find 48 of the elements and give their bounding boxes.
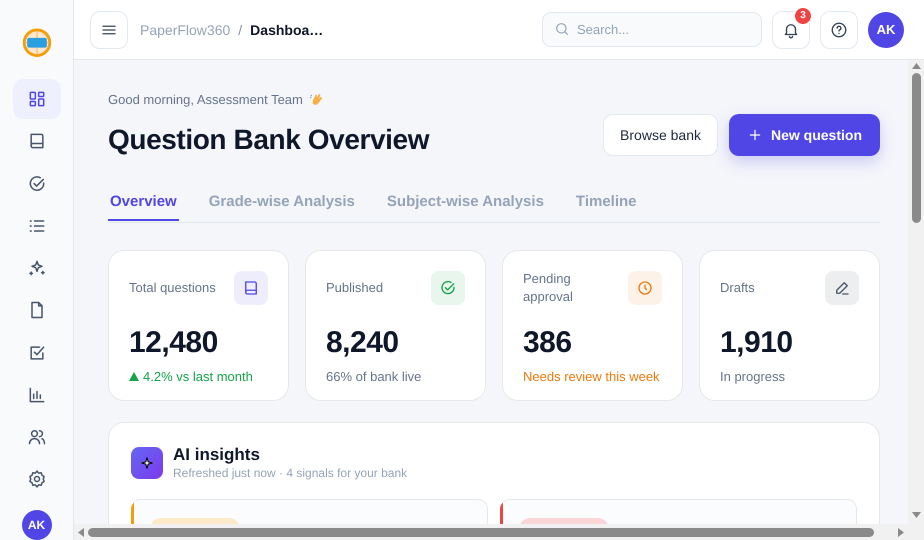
users-icon xyxy=(26,427,46,448)
sparkles-icon xyxy=(26,258,46,278)
scroll-down-icon[interactable] xyxy=(912,512,920,518)
stat-value: 386 xyxy=(523,325,573,361)
page-title: Question Bank Overview xyxy=(108,123,430,157)
stat-value: 8,240 xyxy=(326,325,400,361)
help-icon xyxy=(830,20,848,38)
nav-item[interactable] xyxy=(12,79,60,119)
browse-button[interactable]: Browse bank xyxy=(603,114,718,156)
stat-note: In progress xyxy=(720,369,786,384)
new-question-button[interactable]: New question xyxy=(728,114,880,156)
stat-note: 4.2% vs last month xyxy=(143,369,253,384)
stat-note: 66% of bank live xyxy=(326,369,422,384)
scrollbar-thumb[interactable] xyxy=(912,73,920,223)
user-avatar[interactable]: AK xyxy=(868,12,904,48)
help-button[interactable] xyxy=(820,10,858,48)
sparkle-icon xyxy=(131,447,163,479)
stat-value: 12,480 xyxy=(129,325,219,361)
breadcrumb-item: Dashboa… xyxy=(250,22,324,38)
scroll-up-icon[interactable] xyxy=(912,63,920,69)
horizontal-scrollbar[interactable] xyxy=(74,524,908,540)
logo-icon xyxy=(22,28,52,58)
stat-label: Published xyxy=(326,279,384,297)
vertical-scrollbar[interactable] xyxy=(908,60,924,540)
up-arrow-icon xyxy=(129,372,139,381)
scroll-left-icon[interactable] xyxy=(78,528,84,536)
dashboard-icon xyxy=(26,89,46,110)
greeting-text: Good morning, Assessment Team xyxy=(108,92,303,106)
stat-label: Drafts xyxy=(720,279,755,297)
bar-chart-icon xyxy=(26,384,46,405)
stat-note: Needs review this week xyxy=(523,369,660,384)
stat-label: Total questions xyxy=(129,279,216,297)
insights-subtitle: Refreshed just now · 4 signals for your bank xyxy=(173,465,408,481)
notification-count: 3 xyxy=(794,6,812,24)
waving-hand-icon xyxy=(308,92,324,106)
stat-label: Pending approval xyxy=(523,270,574,306)
breadcrumb-separator: / xyxy=(238,22,242,38)
settings-icon xyxy=(26,469,46,490)
scrollbar-thumb[interactable] xyxy=(88,528,874,536)
insights-title: AI insights xyxy=(173,445,261,465)
stat-value: 1,910 xyxy=(720,325,794,361)
menu-button[interactable] xyxy=(90,10,128,48)
check-circle-icon xyxy=(26,174,46,194)
user-avatar[interactable]: AK xyxy=(22,510,52,540)
scroll-right-icon[interactable] xyxy=(898,528,904,536)
search-icon xyxy=(554,21,570,37)
search-field[interactable]: Search... xyxy=(542,12,762,47)
tab[interactable]: Overview xyxy=(108,184,179,221)
